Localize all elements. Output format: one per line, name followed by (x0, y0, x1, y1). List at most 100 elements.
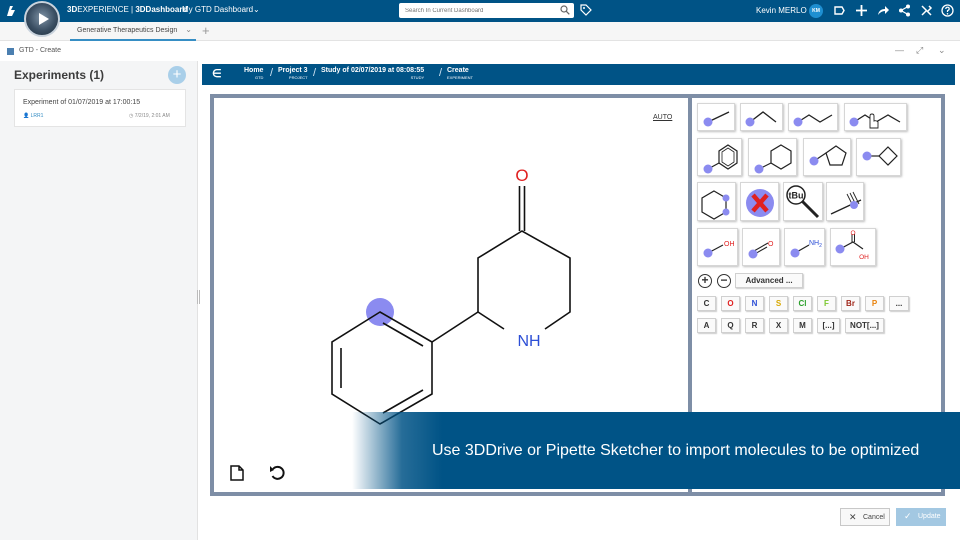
element-button[interactable]: S (769, 296, 788, 311)
piperidinone-ring (431, 186, 571, 343)
breadcrumb-separator: / (313, 67, 317, 79)
tab-bar: Generative Therapeutics Design ⌄ + (0, 22, 960, 41)
breadcrumb-study[interactable]: Study of 02/07/2019 at 08:08:55 STUDY (321, 67, 424, 80)
breadcrumb-project[interactable]: Project 3 PROJECT (278, 67, 308, 80)
forward-icon[interactable] (877, 4, 890, 17)
widget-header: GTD - Create — ⤢ ⌄ (0, 42, 960, 61)
element-button[interactable]: P (865, 296, 884, 311)
element-button[interactable]: C (697, 296, 716, 311)
zoom-in-icon[interactable]: + (698, 274, 712, 288)
chain-4-button[interactable] (844, 103, 907, 131)
ds-logo-icon (7, 6, 15, 16)
breadcrumb-separator: / (439, 67, 443, 79)
element-button[interactable]: N (745, 296, 764, 311)
query-button[interactable]: NOT[...] (845, 318, 884, 333)
query-button[interactable]: X (769, 318, 788, 333)
query-button[interactable]: [...] (817, 318, 840, 333)
help-icon[interactable] (941, 4, 954, 17)
widget-title: GTD - Create (19, 47, 62, 54)
banner-text: Use 3DDrive or Pipette Sketcher to impor… (432, 442, 920, 459)
panel-splitter[interactable] (197, 290, 200, 304)
add-icon[interactable] (855, 4, 868, 17)
tab-label: Generative Therapeutics Design (77, 27, 178, 34)
search-input[interactable] (399, 3, 549, 19)
experiment-name: Experiment of 01/07/2019 at 17:00:15 (23, 99, 141, 106)
stereo-bond-button[interactable] (826, 182, 864, 221)
svg-text:tBu: tBu (789, 191, 804, 201)
chain-2-button[interactable] (740, 103, 783, 131)
dashboard-name[interactable]: My GTD Dashboard (182, 5, 253, 14)
element-button[interactable]: Br (841, 296, 860, 311)
experiment-user: 👤 LRR1 (23, 113, 44, 119)
carboxylic-acid-button[interactable]: O OH (830, 228, 876, 266)
fused-ring-button[interactable] (697, 182, 736, 221)
breadcrumb-home[interactable]: Home GTD (244, 67, 263, 80)
top-bar: 3DEXPERIENCE | 3DDashboard My GTD Dashbo… (0, 0, 960, 37)
search-box[interactable] (399, 3, 574, 19)
minimize-icon[interactable]: — (895, 45, 904, 55)
chevron-down-icon[interactable]: ⌄ (253, 5, 260, 14)
oxygen-atom-label: O (515, 166, 528, 185)
search-icon[interactable] (560, 5, 570, 15)
tag-icon[interactable] (580, 4, 592, 16)
zoom-out-icon[interactable]: − (717, 274, 731, 288)
add-experiment-button[interactable]: + (168, 66, 186, 84)
cancel-button[interactable]: ✕ Cancel (840, 508, 890, 526)
element-button[interactable]: ... (889, 296, 909, 311)
carbonyl-group-button[interactable]: O (742, 228, 780, 266)
breadcrumb-separator: / (270, 67, 274, 79)
benzene-ring-button[interactable] (697, 138, 742, 176)
check-icon: ✓ (904, 511, 912, 521)
add-tab-icon[interactable]: + (202, 23, 210, 38)
svg-text:O: O (768, 241, 774, 248)
advanced-button[interactable]: Advanced ... (735, 273, 803, 288)
svg-text:OH: OH (859, 254, 869, 261)
back-icon[interactable]: ∈ (212, 67, 222, 80)
expand-icon[interactable]: ⤢ (916, 45, 923, 56)
experiment-card[interactable]: Experiment of 01/07/2019 at 17:00:15 👤 L… (14, 89, 186, 127)
share-icon[interactable] (833, 4, 846, 17)
experiments-heading: Experiments (1) (14, 68, 105, 82)
cyclohexane-ring-button[interactable] (748, 138, 797, 176)
delete-atom-button[interactable] (740, 182, 779, 221)
tools-icon[interactable] (920, 4, 933, 17)
info-banner: Use 3DDrive or Pipette Sketcher to impor… (352, 412, 960, 489)
widget-icon (7, 48, 14, 55)
amine-group-button[interactable]: NH2 (784, 228, 825, 266)
avatar[interactable]: KM (809, 4, 823, 18)
query-button[interactable]: R (745, 318, 764, 333)
svg-text:O: O (850, 230, 855, 237)
cyclobutane-ring-button[interactable] (856, 138, 901, 176)
network-icon[interactable] (898, 4, 911, 17)
chain-3-button[interactable] (788, 103, 838, 131)
cursor-hand-icon (869, 113, 879, 129)
tbu-search-button[interactable]: tBu (783, 182, 823, 221)
app-title: 3DEXPERIENCE | 3DDashboard (67, 5, 188, 14)
benzene-ring (331, 311, 433, 425)
experiments-panel: Experiments (1) + Experiment of 01/07/20… (0, 61, 198, 540)
user-name[interactable]: Kevin MERLO (756, 6, 807, 15)
cyclopentane-ring-button[interactable] (803, 138, 851, 176)
close-icon: ✕ (849, 512, 857, 522)
chevron-down-icon[interactable]: ⌄ (938, 45, 946, 56)
hydroxyl-group-button[interactable]: OH (697, 228, 738, 266)
auto-layout-button[interactable]: AUTO (653, 114, 672, 121)
breadcrumb: ∈ Home GTD / Project 3 PROJECT / Study of … (202, 64, 955, 85)
query-button[interactable]: A (697, 318, 716, 333)
undo-icon[interactable] (269, 465, 286, 481)
breadcrumb-create[interactable]: Create EXPERIMENT (447, 67, 473, 80)
element-button[interactable]: Cl (793, 296, 812, 311)
new-document-icon[interactable] (230, 465, 244, 481)
query-button[interactable]: M (793, 318, 812, 333)
compass-button[interactable] (24, 1, 60, 37)
element-button[interactable]: F (817, 296, 836, 311)
nitrogen-atom-label: NH (517, 333, 540, 350)
play-icon (39, 13, 49, 25)
element-button[interactable]: O (721, 296, 740, 311)
svg-text:NH2: NH2 (809, 240, 822, 249)
chain-1-button[interactable] (697, 103, 735, 131)
update-button[interactable]: ✓ Update (896, 508, 946, 526)
chevron-down-icon[interactable]: ⌄ (185, 25, 192, 34)
tab-generative-therapeutics-design[interactable]: Generative Therapeutics Design ⌄ (70, 22, 196, 41)
query-button[interactable]: Q (721, 318, 740, 333)
